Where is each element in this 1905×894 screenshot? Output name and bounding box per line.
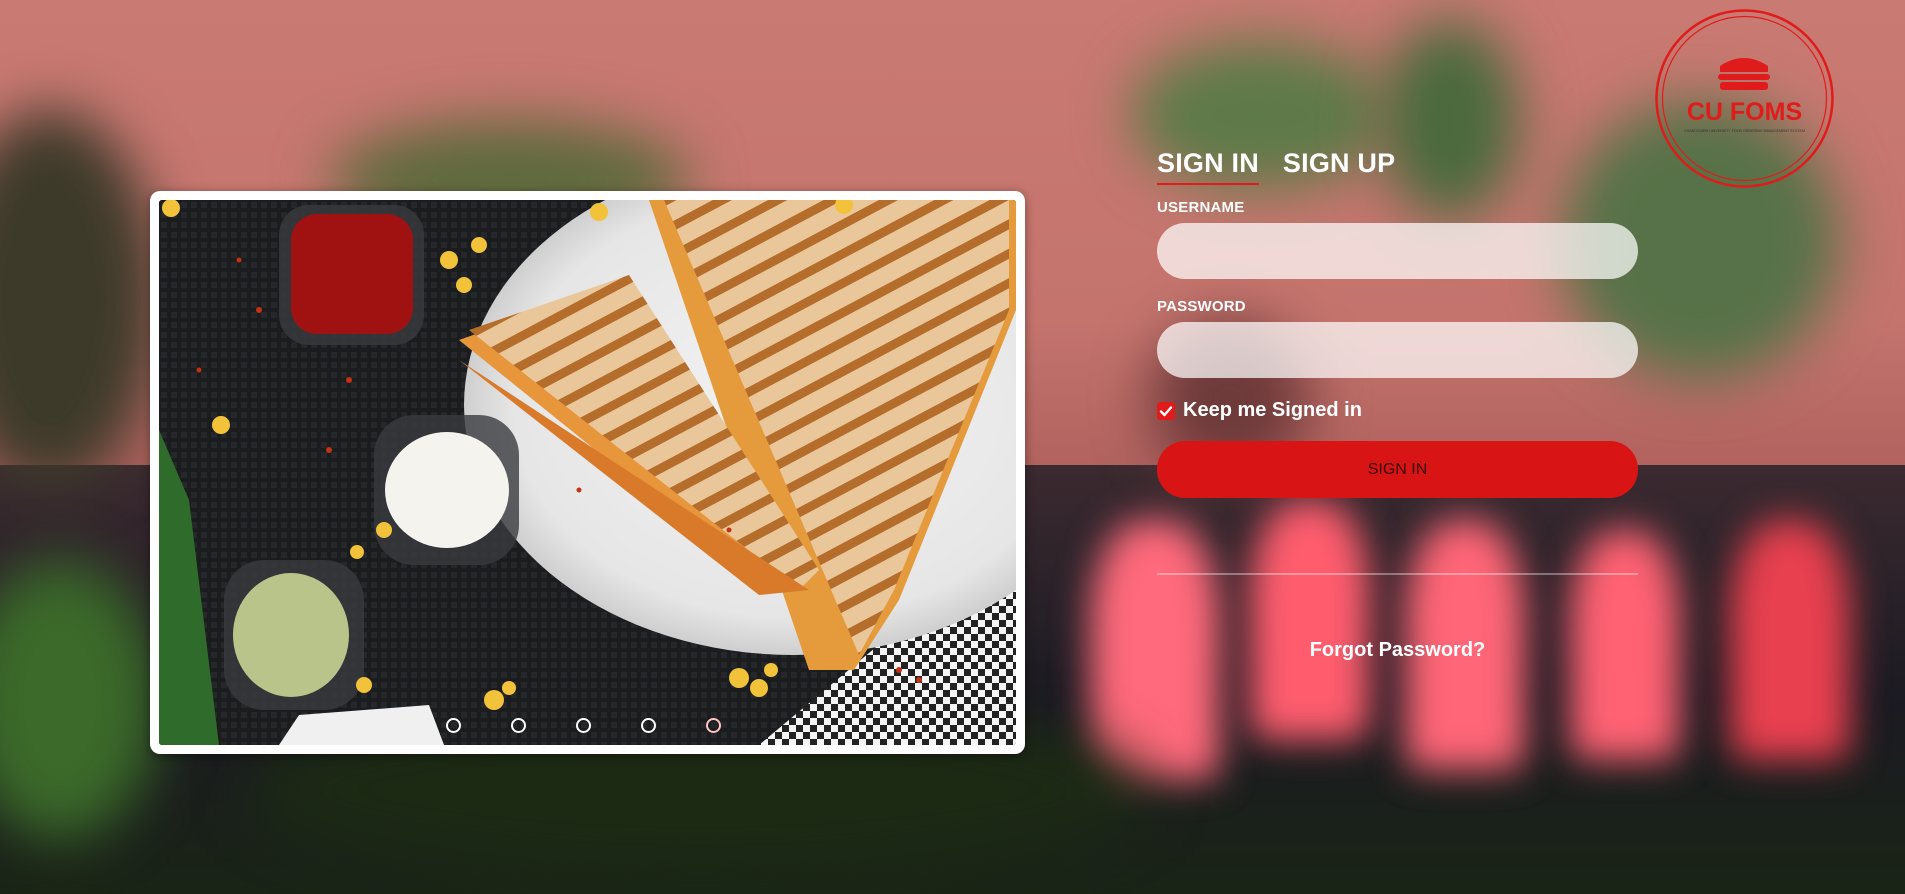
divider	[1157, 573, 1638, 575]
username-input[interactable]	[1157, 223, 1638, 279]
svg-text:CHANDIGARH UNIVERSITY FOOD ORD: CHANDIGARH UNIVERSITY FOOD ORDERING MANA…	[1684, 129, 1805, 133]
carousel-slide	[159, 200, 1016, 745]
cu-foms-logo: CU FOMS CHANDIGARH UNIVERSITY FOOD ORDER…	[1654, 8, 1835, 189]
carousel-dots	[159, 718, 1016, 733]
carousel-dot-1[interactable]	[446, 718, 461, 733]
image-carousel[interactable]	[150, 191, 1025, 754]
password-label: PASSWORD	[1157, 298, 1246, 315]
keep-signed-in: Keep me Signed in	[1157, 399, 1638, 422]
keep-signed-in-label: Keep me Signed in	[1183, 399, 1362, 421]
auth-tabs: SIGN IN SIGN UP	[1157, 148, 1638, 185]
sandwich-icon	[1718, 58, 1770, 90]
tab-sign-up[interactable]: SIGN UP	[1283, 148, 1395, 185]
carousel-dot-5[interactable]	[706, 718, 721, 733]
sign-in-form: SIGN IN SIGN UP USERNAME PASSWORD Keep m…	[1157, 148, 1638, 662]
svg-text:CU FOMS: CU FOMS	[1687, 98, 1802, 126]
carousel-dot-3[interactable]	[576, 718, 591, 733]
forgot-password-link[interactable]: Forgot Password?	[1157, 639, 1638, 662]
carousel-dot-4[interactable]	[641, 718, 656, 733]
username-label: USERNAME	[1157, 199, 1245, 216]
sandwich-photo	[159, 200, 1016, 745]
sign-in-button[interactable]: SIGN IN	[1157, 441, 1638, 498]
password-input[interactable]	[1157, 322, 1638, 378]
checkmark-icon	[1159, 405, 1173, 416]
carousel-dot-2[interactable]	[511, 718, 526, 733]
tab-sign-in[interactable]: SIGN IN	[1157, 148, 1259, 185]
keep-signed-in-checkbox[interactable]	[1157, 401, 1175, 420]
